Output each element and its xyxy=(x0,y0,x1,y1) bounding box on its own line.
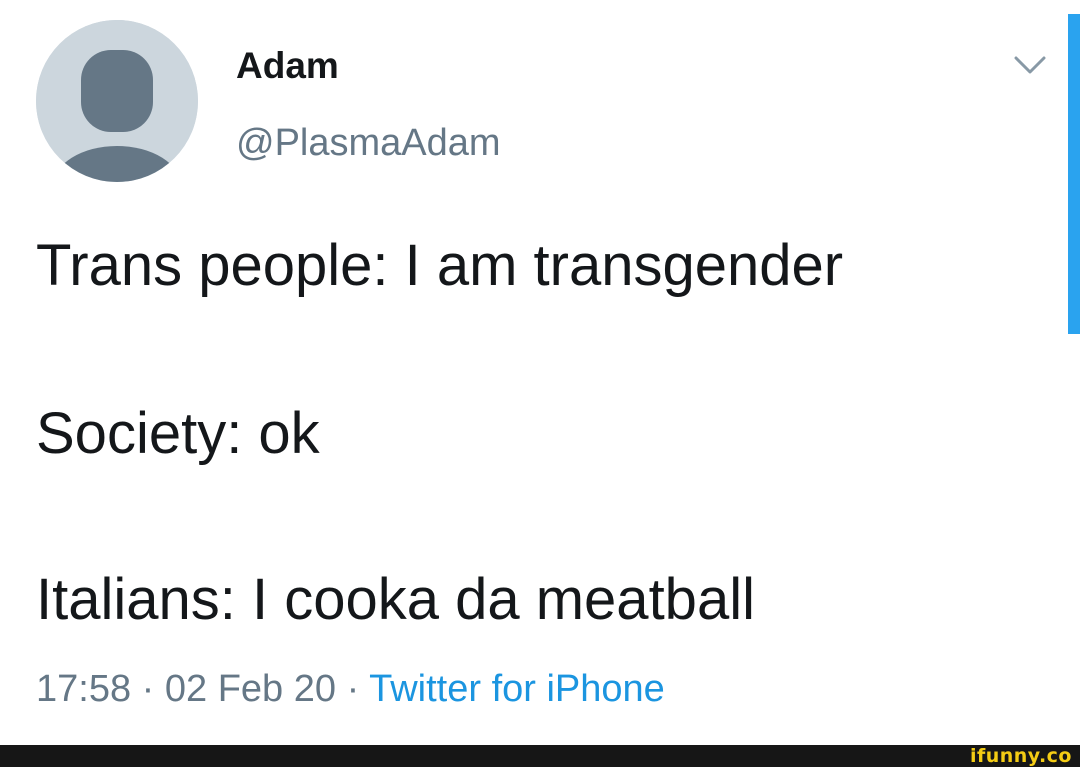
footer-bar: ifunny.co xyxy=(0,745,1080,767)
scroll-indicator xyxy=(1068,14,1080,334)
tweet-card: Adam @PlasmaAdam Trans people: I am tran… xyxy=(0,0,1080,745)
watermark-logo: ifunny.co xyxy=(969,745,1072,767)
tweet-text-line: Italians: I cooka da meatball xyxy=(36,567,755,632)
meta-separator: · xyxy=(131,668,165,710)
tweet-date[interactable]: 02 Feb 20 xyxy=(165,668,336,710)
tweet-text-line: Society: ok xyxy=(36,401,320,466)
tweet-metadata: 17:58 · 02 Feb 20 · Twitter for iPhone xyxy=(36,665,665,713)
display-name[interactable]: Adam xyxy=(236,44,339,88)
chevron-down-icon[interactable] xyxy=(1010,50,1050,80)
avatar[interactable] xyxy=(36,20,198,182)
user-handle[interactable]: @PlasmaAdam xyxy=(236,120,501,166)
meta-separator: · xyxy=(336,668,370,710)
tweet-time[interactable]: 17:58 xyxy=(36,668,131,710)
default-profile-icon xyxy=(36,20,198,182)
tweet-text-line: Trans people: I am transgender xyxy=(36,233,844,298)
tweet-source-link[interactable]: Twitter for iPhone xyxy=(369,668,665,710)
